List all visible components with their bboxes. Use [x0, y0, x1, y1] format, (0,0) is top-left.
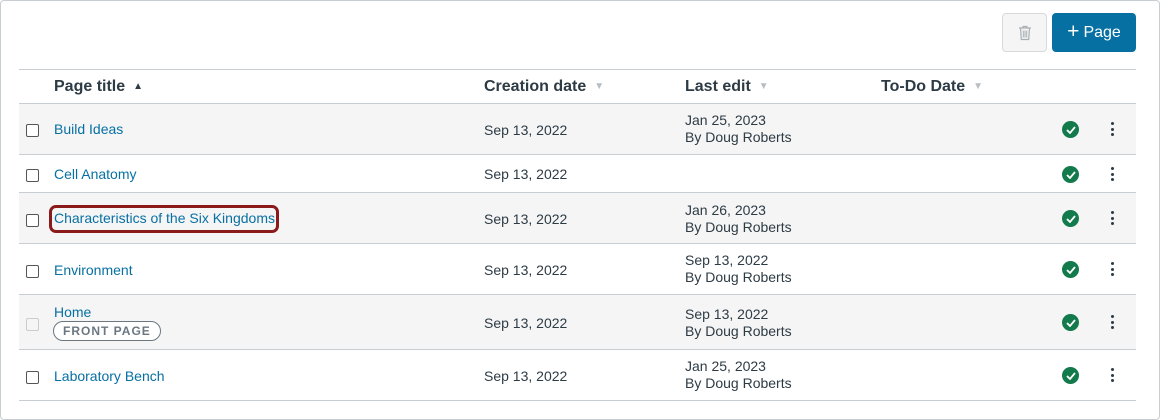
last-edit-date: Jan 25, 2023: [685, 112, 766, 128]
creation-date: Sep 13, 2022: [484, 262, 568, 278]
sort-icon: ▼: [758, 81, 769, 92]
sort-icon: ▼: [973, 81, 984, 92]
last-edit-date: Sep 13, 2022: [685, 252, 769, 268]
last-edit-author: By Doug Roberts: [685, 323, 792, 339]
last-edit-date: Sep 13, 2022: [685, 306, 769, 322]
row-checkbox[interactable]: [26, 124, 39, 137]
front-page-badge: FRONT PAGE: [53, 321, 161, 341]
page-title-link[interactable]: Laboratory Bench: [54, 368, 165, 384]
creation-date: Sep 13, 2022: [484, 122, 568, 138]
published-check-icon[interactable]: [1062, 314, 1079, 331]
sort-ascending-icon: ▲: [133, 81, 144, 92]
last-edit: Jan 25, 2023 By Doug Roberts: [685, 358, 792, 392]
table-row: Characteristics of the Six Kingdoms Sep …: [19, 193, 1136, 244]
published-check-icon[interactable]: [1062, 367, 1079, 384]
last-edit-author: By Doug Roberts: [685, 129, 792, 145]
row-checkbox: [26, 318, 39, 331]
col-label-creation-date: Creation date: [484, 77, 587, 95]
page-title-link[interactable]: Build Ideas: [54, 121, 123, 137]
table-row: Build Ideas Sep 13, 2022 Jan 25, 2023 By…: [19, 104, 1136, 155]
col-label-todo-date: To-Do Date: [881, 77, 966, 95]
col-header-last-edit[interactable]: Last edit ▼: [685, 70, 769, 103]
col-header-creation-date[interactable]: Creation date ▼: [484, 70, 604, 103]
sort-icon: ▼: [594, 81, 605, 92]
last-edit: Jan 25, 2023 By Doug Roberts: [685, 112, 792, 146]
add-page-label: Page: [1083, 23, 1121, 41]
page-title-link[interactable]: Environment: [54, 262, 133, 278]
row-checkbox[interactable]: [26, 214, 39, 227]
last-edit-author: By Doug Roberts: [685, 375, 792, 391]
page-title-link[interactable]: Characteristics of the Six Kingdoms: [54, 210, 275, 226]
plus-icon: +: [1067, 20, 1080, 43]
last-edit-date: Jan 25, 2023: [685, 358, 766, 374]
pages-table: Page title ▲ Creation date ▼ Last edit ▼…: [19, 69, 1136, 401]
more-options-icon[interactable]: [1105, 259, 1119, 279]
row-checkbox[interactable]: [26, 265, 39, 278]
table-row: Cell Anatomy Sep 13, 2022: [19, 155, 1136, 193]
col-label-last-edit: Last edit: [685, 77, 751, 95]
page-title-link[interactable]: Cell Anatomy: [54, 166, 136, 182]
creation-date: Sep 13, 2022: [484, 368, 568, 384]
more-options-icon[interactable]: [1105, 208, 1119, 228]
table-row: Environment Sep 13, 2022 Sep 13, 2022 By…: [19, 244, 1136, 295]
col-header-page-title[interactable]: Page title ▲: [54, 70, 143, 103]
page-title-link[interactable]: Home: [54, 304, 91, 320]
more-options-icon[interactable]: [1105, 119, 1119, 139]
published-check-icon[interactable]: [1062, 166, 1079, 183]
last-edit: Sep 13, 2022 By Doug Roberts: [685, 306, 792, 340]
delete-button[interactable]: [1002, 13, 1047, 52]
creation-date: Sep 13, 2022: [484, 211, 568, 227]
row-checkbox[interactable]: [26, 371, 39, 384]
col-label-page-title: Page title: [54, 77, 126, 95]
pages-panel: + Page Page title ▲ Creation date ▼ Last…: [0, 0, 1160, 420]
more-options-icon[interactable]: [1105, 164, 1119, 184]
published-check-icon[interactable]: [1062, 121, 1079, 138]
row-checkbox[interactable]: [26, 169, 39, 182]
last-edit-author: By Doug Roberts: [685, 269, 792, 285]
last-edit-date: Jan 26, 2023: [685, 202, 766, 218]
more-options-icon[interactable]: [1105, 365, 1119, 385]
published-check-icon[interactable]: [1062, 261, 1079, 278]
col-header-todo-date[interactable]: To-Do Date ▼: [881, 70, 983, 103]
published-check-icon[interactable]: [1062, 210, 1079, 227]
table-header: Page title ▲ Creation date ▼ Last edit ▼…: [19, 69, 1136, 104]
more-options-icon[interactable]: [1105, 312, 1119, 332]
creation-date: Sep 13, 2022: [484, 315, 568, 331]
last-edit-author: By Doug Roberts: [685, 219, 792, 235]
last-edit: Jan 26, 2023 By Doug Roberts: [685, 202, 792, 236]
table-row: Laboratory Bench Sep 13, 2022 Jan 25, 20…: [19, 350, 1136, 401]
last-edit: Sep 13, 2022 By Doug Roberts: [685, 252, 792, 286]
creation-date: Sep 13, 2022: [484, 166, 568, 182]
add-page-button[interactable]: + Page: [1052, 13, 1136, 52]
trash-icon: [1018, 25, 1031, 40]
table-row: Home FRONT PAGE Sep 13, 2022 Sep 13, 202…: [19, 295, 1136, 350]
